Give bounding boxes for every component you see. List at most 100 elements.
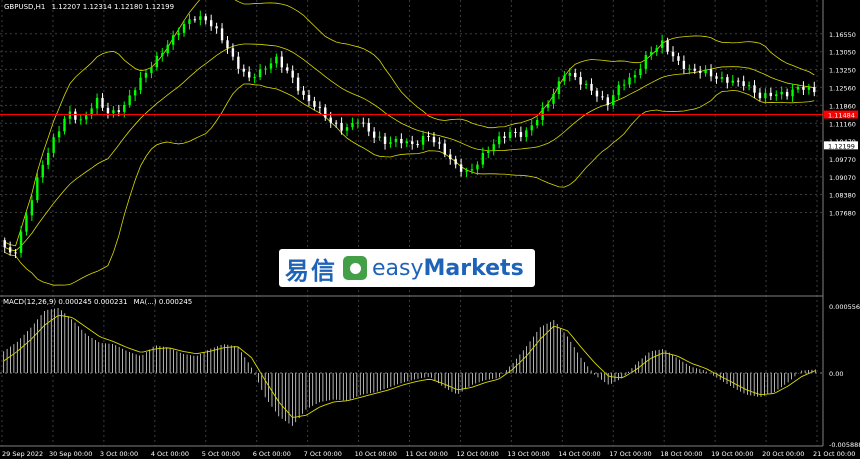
candle-body xyxy=(63,118,66,132)
chart-canvas: 1.16550 1.13050 1.13250 1.12560 1.11860 1.111… xyxy=(0,0,860,459)
candle-body xyxy=(405,141,408,144)
candle-body xyxy=(443,143,447,155)
y-tick-label: 1.13250 xyxy=(829,66,856,74)
candle-body xyxy=(535,120,539,126)
red-line-label: 1.11484 xyxy=(828,112,855,120)
x-tick-label: 3 Oct 00:00 xyxy=(100,450,138,458)
candle-body xyxy=(704,69,707,73)
candle-body xyxy=(737,80,740,82)
y-tick-label: 1.16550 xyxy=(829,31,856,39)
macd-y-tick-label: 0.000556 xyxy=(829,303,860,311)
candle-body xyxy=(264,68,267,70)
candle-body xyxy=(144,72,148,78)
x-tick-label: 30 Sep 00:00 xyxy=(49,450,92,458)
candle-body xyxy=(106,107,110,114)
candle-body xyxy=(682,60,686,70)
x-tick-label: 21 Oct 00:00 xyxy=(813,450,855,458)
x-tick-label: 12 Oct 00:00 xyxy=(456,450,498,458)
candle-body xyxy=(226,40,229,49)
candle-body xyxy=(541,107,544,121)
candle-body xyxy=(237,56,240,69)
candle-body xyxy=(584,83,588,85)
candle-body xyxy=(46,152,50,165)
candle-body xyxy=(698,70,702,73)
candle-body xyxy=(280,56,284,68)
candle-body xyxy=(139,77,142,91)
candle-body xyxy=(182,23,186,33)
candle-body xyxy=(117,110,121,112)
candle-body xyxy=(639,68,642,76)
candle-body xyxy=(313,100,316,107)
candle-body xyxy=(758,92,762,99)
candle-body xyxy=(296,77,300,91)
candle-body xyxy=(546,103,550,108)
candle-body xyxy=(394,138,398,143)
candle-body xyxy=(563,75,566,82)
candle-body xyxy=(709,69,713,77)
x-tick-label: 7 Oct 00:00 xyxy=(304,450,342,458)
candle-body xyxy=(753,85,756,93)
candle-body xyxy=(601,96,604,98)
candle-body xyxy=(220,28,224,41)
candle-body xyxy=(470,169,474,171)
candle-body xyxy=(650,51,653,56)
candle-body xyxy=(334,122,338,124)
y-tick-label: 1.09070 xyxy=(829,174,856,182)
candle-body xyxy=(150,67,153,73)
candle-body xyxy=(769,92,773,97)
candle-body xyxy=(101,97,104,108)
candle-body xyxy=(19,231,23,253)
candle-body xyxy=(633,75,637,78)
x-tick-label: 13 Oct 00:00 xyxy=(507,450,549,458)
candle-body xyxy=(85,115,88,120)
candle-body xyxy=(74,111,77,120)
candle-body xyxy=(416,144,419,146)
candle-body xyxy=(242,68,245,72)
candle-body xyxy=(25,215,28,232)
x-tick-label: 6 Oct 00:00 xyxy=(253,450,291,458)
candle-body xyxy=(253,77,256,79)
candle-body xyxy=(171,35,175,45)
macd-y-tick-label: -0.005888 xyxy=(829,441,860,449)
candle-body xyxy=(95,97,99,109)
candle-body xyxy=(41,164,44,178)
candle-body xyxy=(351,122,354,128)
candle-body xyxy=(291,70,294,78)
candle-body xyxy=(356,122,360,124)
x-tick-label: 19 Oct 00:00 xyxy=(711,450,753,458)
candle-body xyxy=(508,132,512,139)
x-tick-label: 5 Oct 00:00 xyxy=(202,450,240,458)
candle-body xyxy=(579,77,582,85)
candle-body xyxy=(199,16,202,20)
candle-body xyxy=(123,104,126,112)
current-price-label: 1.12199 xyxy=(828,142,855,150)
candle-body xyxy=(775,94,778,97)
x-tick-label: 4 Oct 00:00 xyxy=(151,450,189,458)
candle-body xyxy=(30,200,34,216)
logo-mark-icon xyxy=(343,256,367,280)
candle-body xyxy=(666,40,669,52)
candle-body xyxy=(177,32,180,36)
candle-body xyxy=(720,77,724,79)
candle-body xyxy=(269,63,273,69)
candle-body xyxy=(557,81,561,94)
candle-body xyxy=(367,122,370,132)
candle-body xyxy=(128,95,131,105)
candle-body xyxy=(340,122,343,131)
candle-body xyxy=(68,111,72,119)
candle-body xyxy=(465,170,468,172)
y-tick-label: 1.11160 xyxy=(829,120,856,128)
candle-body xyxy=(785,91,789,97)
candle-body xyxy=(345,127,349,131)
candle-body xyxy=(590,83,593,91)
candle-body xyxy=(628,77,631,85)
candle-body xyxy=(574,72,577,78)
candle-body xyxy=(324,107,327,118)
chart-background xyxy=(0,0,860,459)
y-tick-label: 1.11860 xyxy=(829,102,856,110)
candle-body xyxy=(454,159,457,165)
candle-body xyxy=(677,56,680,61)
candle-body xyxy=(215,26,218,29)
candle-body xyxy=(449,154,452,160)
candle-body xyxy=(318,106,322,108)
